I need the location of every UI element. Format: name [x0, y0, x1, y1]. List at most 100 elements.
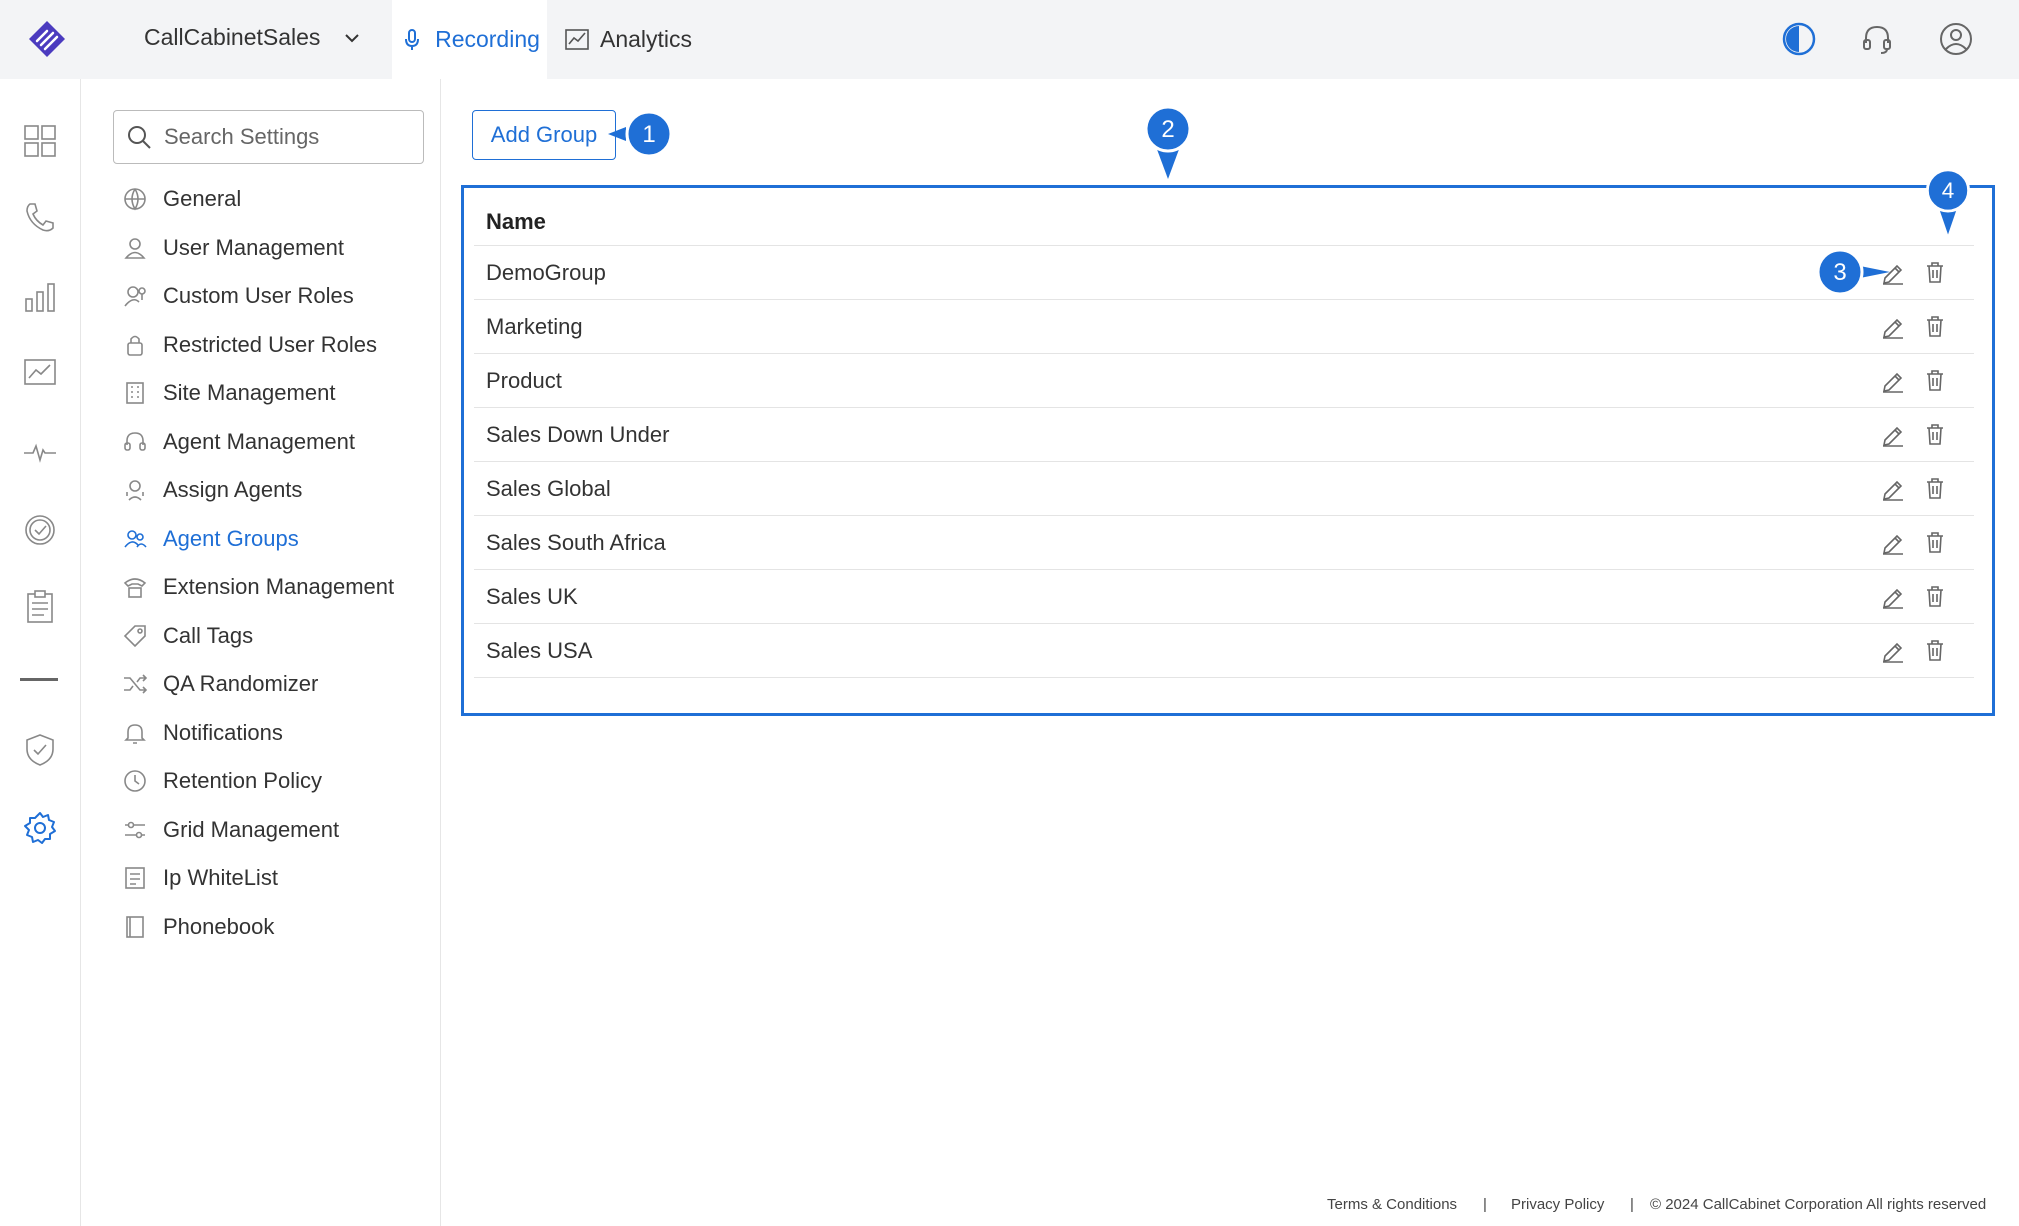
edit-icon[interactable]: [1880, 529, 1906, 555]
shield-icon[interactable]: [22, 732, 58, 768]
sidebar-item-label: Assign Agents: [163, 477, 303, 502]
agent-groups-table: Name DemoGroup Marketing Product Sales Down…: [461, 185, 1995, 716]
analytics-icon[interactable]: [22, 356, 58, 392]
search-icon: [128, 126, 151, 149]
terms-link[interactable]: Terms & Conditions: [1327, 1196, 1457, 1213]
trash-icon[interactable]: [1922, 421, 1948, 447]
group-name: Product: [486, 367, 562, 393]
rail-divider: [20, 678, 58, 681]
trash-icon[interactable]: [1922, 475, 1948, 501]
edit-icon[interactable]: [1880, 475, 1906, 501]
search-settings-box[interactable]: [113, 110, 424, 164]
tab-recording-label: Recording: [435, 26, 540, 52]
globe-icon: [121, 185, 149, 213]
sidebar-item-label: Extension Management: [163, 574, 395, 599]
chart-icon: [565, 28, 589, 50]
sidebar-item-label: Agent Groups: [163, 526, 299, 551]
contrast-icon[interactable]: [1781, 21, 1817, 57]
row-actions: [1880, 313, 1948, 339]
table-row: Sales UK: [474, 570, 1974, 624]
sidebar-item-phonebook[interactable]: Phonebook: [121, 907, 274, 947]
edit-icon[interactable]: [1880, 313, 1906, 339]
sidebar-item-ip-whitelist[interactable]: Ip WhiteList: [121, 858, 278, 898]
group-name: Sales Global: [486, 475, 611, 501]
trash-icon[interactable]: [1922, 529, 1948, 555]
top-bar: CallCabinetSales Recording Analytics: [0, 0, 2019, 79]
sidebar-item-agent-management[interactable]: Agent Management: [121, 422, 355, 462]
tenant-selector[interactable]: CallCabinetSales: [144, 24, 362, 51]
user-icon: [121, 234, 149, 262]
row-actions: [1880, 637, 1948, 663]
sidebar-item-grid-management[interactable]: Grid Management: [121, 810, 339, 850]
headset-icon[interactable]: [1859, 21, 1895, 57]
shuffle-icon: [121, 670, 149, 698]
sidebar-item-user-management[interactable]: User Management: [121, 228, 344, 268]
user-icon[interactable]: [1938, 21, 1974, 57]
sidebar-item-general[interactable]: General: [121, 179, 241, 219]
table-row: Sales South Africa: [474, 516, 1974, 570]
trash-icon[interactable]: [1922, 367, 1948, 393]
app-logo-icon[interactable]: [28, 20, 66, 58]
callout-badge-4: 4: [1923, 167, 1973, 235]
callout-badge-3: 3: [1815, 247, 1890, 297]
footer-separator: |: [1483, 1196, 1487, 1213]
bar-chart-icon[interactable]: [22, 279, 58, 315]
pulse-icon[interactable]: [22, 434, 58, 470]
assign-agent-icon: [121, 476, 149, 504]
tab-analytics[interactable]: Analytics: [564, 0, 692, 79]
tag-icon: [121, 622, 149, 650]
row-actions: [1880, 475, 1948, 501]
sidebar-item-label: Restricted User Roles: [163, 332, 377, 357]
row-actions: [1880, 529, 1948, 555]
sidebar-item-notifications[interactable]: Notifications: [121, 713, 283, 753]
group-name: Sales South Africa: [486, 529, 666, 555]
table-row: Sales Down Under: [474, 408, 1974, 462]
group-icon: [121, 525, 149, 553]
microphone-icon: [405, 28, 420, 50]
sidebar-item-label: Phonebook: [163, 914, 275, 939]
table-row: Marketing: [474, 300, 1974, 354]
row-actions: [1880, 583, 1948, 609]
sidebar-item-qa-randomizer[interactable]: QA Randomizer: [121, 664, 318, 704]
sidebar-item-site-management[interactable]: Site Management: [121, 373, 335, 413]
chevron-down-icon: [345, 33, 360, 42]
search-settings-input[interactable]: [162, 123, 406, 151]
sidebar-item-retention-policy[interactable]: Retention Policy: [121, 761, 322, 801]
trash-icon[interactable]: [1922, 313, 1948, 339]
svg-text:4: 4: [1942, 178, 1955, 203]
settings-icon[interactable]: [22, 810, 58, 846]
sidebar-item-agent-groups[interactable]: Agent Groups: [121, 519, 299, 559]
footer-separator: |: [1630, 1196, 1634, 1213]
user-key-icon: [121, 282, 149, 310]
sidebar-item-extension-management[interactable]: Extension Management: [121, 567, 394, 607]
clipboard-icon[interactable]: [22, 589, 58, 625]
privacy-link[interactable]: Privacy Policy: [1511, 1196, 1604, 1213]
table-header-name: Name: [474, 198, 1974, 246]
add-group-button[interactable]: Add Group: [472, 110, 616, 160]
tab-analytics-label: Analytics: [600, 26, 693, 52]
book-icon: [121, 913, 149, 941]
sidebar-item-label: Ip WhiteList: [163, 865, 278, 890]
sidebar-item-call-tags[interactable]: Call Tags: [121, 616, 253, 656]
sidebar-item-restricted-user-roles[interactable]: Restricted User Roles: [121, 325, 377, 365]
trash-icon[interactable]: [1922, 259, 1948, 285]
row-actions: [1880, 421, 1948, 447]
sidebar-item-custom-user-roles[interactable]: Custom User Roles: [121, 276, 354, 316]
group-name: DemoGroup: [486, 259, 606, 285]
check-circle-icon[interactable]: [22, 512, 58, 548]
sidebar-item-assign-agents[interactable]: Assign Agents: [121, 470, 302, 510]
edit-icon[interactable]: [1880, 367, 1906, 393]
sidebar-item-label: Retention Policy: [163, 768, 322, 793]
trash-icon[interactable]: [1922, 637, 1948, 663]
tab-recording[interactable]: Recording: [392, 0, 547, 79]
edit-icon[interactable]: [1880, 421, 1906, 447]
edit-icon[interactable]: [1880, 583, 1906, 609]
phone-icon[interactable]: [22, 200, 58, 236]
dashboard-icon[interactable]: [22, 123, 58, 159]
edit-icon[interactable]: [1880, 637, 1906, 663]
bell-icon: [121, 719, 149, 747]
trash-icon[interactable]: [1922, 583, 1948, 609]
sidebar-item-label: Site Management: [163, 380, 336, 405]
lock-icon: [121, 331, 149, 359]
group-name: Sales Down Under: [486, 421, 670, 447]
